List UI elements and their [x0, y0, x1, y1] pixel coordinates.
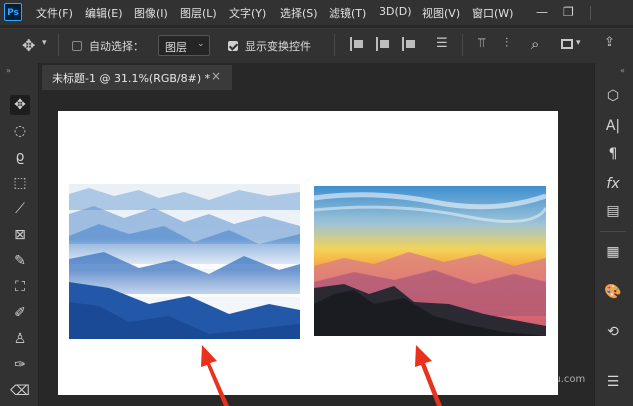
close-icon[interactable]: ×: [211, 69, 221, 83]
layer-dropdown-value: 图层: [165, 41, 187, 54]
baidu-watermark: Bai 经验: [460, 350, 543, 374]
menu-type[interactable]: 文字(Y): [229, 5, 266, 21]
menu-edit[interactable]: 编辑(E): [85, 5, 123, 21]
right-panel-dock: [594, 63, 633, 406]
layer-dropdown[interactable]: 图层 ⌄: [158, 35, 210, 56]
fx-styles-icon[interactable]: fx: [603, 174, 623, 194]
menu-layer[interactable]: 图层(L): [180, 5, 217, 21]
lasso-tool-icon[interactable]: ϱ: [10, 147, 30, 167]
distribute-icon[interactable]: ☰: [436, 36, 448, 51]
photoshop-logo-icon: Ps: [4, 3, 22, 21]
align-middle-icon[interactable]: ⫶: [505, 36, 508, 51]
menu-window[interactable]: 窗口(W): [472, 5, 513, 21]
menu-filter[interactable]: 滤镜(T): [329, 5, 366, 21]
history-panel-icon[interactable]: ⟲: [603, 322, 623, 342]
eyedropper-tool-icon[interactable]: ✎: [10, 251, 30, 271]
crop-tool-icon[interactable]: ⟋: [10, 199, 30, 219]
baidu-watermark-url: jingyan.baidu.com: [493, 374, 586, 385]
divider: [600, 231, 626, 232]
object-select-tool-icon[interactable]: ⬚: [10, 173, 30, 193]
history-brush-tool-icon[interactable]: ✑: [10, 355, 30, 375]
menu-image[interactable]: 图像(I): [134, 5, 168, 21]
blue-mountains-image[interactable]: [69, 184, 300, 339]
collapse-panel-icon[interactable]: »: [6, 66, 11, 75]
show-transform-label: 显示变换控件: [245, 40, 311, 53]
menu-3d[interactable]: 3D(D): [379, 5, 412, 18]
share-icon[interactable]: ⇪: [604, 35, 615, 50]
properties-panel-icon[interactable]: ▤: [603, 201, 623, 221]
align-left-icon[interactable]: [350, 37, 364, 51]
align-top-icon[interactable]: ⫪: [478, 36, 485, 51]
sunset-mountains-image[interactable]: [314, 186, 546, 336]
menu-select[interactable]: 选择(S): [280, 5, 318, 21]
workspace-icon[interactable]: [561, 39, 573, 49]
healing-brush-tool-icon[interactable]: ⛶: [10, 277, 30, 297]
layers-panel-icon[interactable]: ☰: [603, 372, 623, 392]
chevron-down-icon[interactable]: ▾: [42, 38, 47, 48]
frame-tool-icon[interactable]: ⊠: [10, 225, 30, 245]
red-arrow-right: [415, 345, 442, 406]
collapse-panel-icon[interactable]: «: [620, 66, 625, 75]
search-icon[interactable]: ⌕: [531, 35, 539, 53]
chevron-down-icon[interactable]: ▾: [576, 38, 581, 48]
clone-stamp-tool-icon[interactable]: ♙: [10, 329, 30, 349]
red-arrow-left: [201, 345, 229, 406]
menu-view[interactable]: 视图(V): [422, 5, 460, 21]
auto-select-label: 自动选择：: [89, 40, 144, 53]
move-tool-icon[interactable]: ✥: [22, 36, 35, 55]
divider: [334, 34, 335, 56]
chevron-down-icon: ⌄: [197, 39, 205, 49]
restore-button[interactable]: ❐: [563, 5, 574, 19]
divider: [58, 34, 59, 56]
divider: [462, 34, 463, 56]
window-controls-divider: [590, 6, 591, 20]
color-palette-icon[interactable]: 🎨: [603, 282, 623, 302]
swatches-grid-icon[interactable]: ▦: [603, 242, 623, 262]
auto-select-checkbox[interactable]: [72, 41, 82, 51]
character-panel-icon[interactable]: A|: [603, 116, 623, 136]
move-tool-icon[interactable]: ✥: [10, 95, 30, 115]
show-transform-checkbox[interactable]: [228, 41, 238, 51]
align-right-icon[interactable]: [402, 37, 416, 51]
minimize-button[interactable]: —: [536, 5, 548, 19]
align-center-icon[interactable]: [376, 37, 390, 51]
document-tab-title: 未标题-1 @ 31.1%(RGB/8#) *: [52, 72, 211, 85]
3d-cube-icon[interactable]: ⬡: [603, 86, 623, 106]
eraser-tool-icon[interactable]: ⌫: [10, 381, 30, 401]
menu-file[interactable]: 文件(F): [36, 5, 73, 21]
brush-tool-icon[interactable]: ✐: [10, 303, 30, 323]
marquee-tool-icon[interactable]: ◌: [10, 121, 30, 141]
paragraph-panel-icon[interactable]: ¶: [603, 144, 623, 164]
